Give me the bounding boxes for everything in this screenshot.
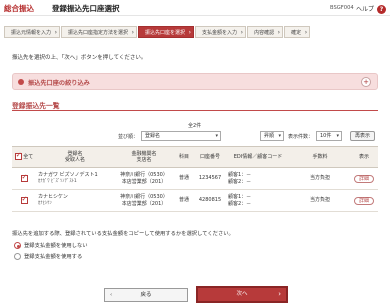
order-select[interactable]: 昇順: [260, 131, 284, 141]
radio-no-copy[interactable]: 登録支払金額を使用しない: [14, 241, 88, 249]
edi-cell: 顧客1：－ 顧客2：－: [226, 189, 290, 212]
help-label: ヘルプ: [356, 6, 375, 13]
name-cell: カナガワ ビズソノデスト1 ｶﾅｶﾞﾜ ﾋﾞｽﾞｿﾉﾃﾞｽﾄ1: [36, 167, 114, 190]
bank-name: 神奈川銀行（0530）: [120, 194, 168, 200]
select-all-label: 全て: [23, 154, 34, 161]
detail-button[interactable]: 詳細: [353, 196, 374, 205]
sort-label: 並び順：: [118, 134, 139, 140]
fee-cell: 当方負担: [290, 189, 350, 212]
back-label: 戻る: [140, 292, 152, 298]
select-all-header[interactable]: 全て: [12, 146, 36, 168]
page-title: 登録振込先口座選択: [52, 4, 120, 13]
name-cell: カナヒシケン ｶﾅﾋｼｹﾝ: [36, 189, 114, 212]
next-button[interactable]: 次へ ›: [196, 286, 288, 303]
redisplay-button[interactable]: 再表示: [350, 131, 376, 141]
name-header: 登録名 受取人名: [36, 146, 114, 168]
step-account-select: 振込先口座を選択: [138, 26, 195, 39]
filter-label: 振込先口座の絞り込み: [28, 80, 90, 87]
edi-customer2: 顧客2：－: [228, 178, 252, 185]
back-button[interactable]: ‹ 戻る: [104, 288, 188, 302]
edi-cell: 顧客1：－ 顧客2：－: [226, 167, 290, 190]
row-checkbox[interactable]: [20, 174, 28, 182]
header-bar: 総合振込 登録振込先口座選択 BSGF004 ヘルプ ?: [0, 0, 390, 16]
show-header: 表示: [350, 146, 378, 168]
expand-icon[interactable]: +: [361, 77, 371, 87]
detail-cell: 詳細: [350, 167, 378, 190]
radio-copy-label: 登録支払金額を使用する: [24, 254, 83, 260]
type-header: 科目: [174, 146, 194, 168]
type-cell: 普通: [174, 167, 194, 190]
per-page-label: 表示件数：: [288, 134, 314, 140]
sort-controls: 並び順： 登録名 昇順 表示件数： 10件 再表示: [12, 131, 378, 142]
step-method-select: 振込先口座指定方法を選択: [61, 26, 138, 39]
branch-name: 本店営業部（201）: [121, 178, 167, 185]
table-row[interactable]: カナガワ ビズソノデスト1 ｶﾅｶﾞﾜ ﾋﾞｽﾞｿﾉﾃﾞｽﾄ1 神奈川銀行（05…: [12, 167, 378, 190]
radio-no-copy-indicator[interactable]: [14, 242, 21, 249]
copy-amount-note: 振込先を追加する際、登録されている支払金額をコピーして使用するかを選択してくださ…: [12, 231, 234, 237]
bank-cell: 神奈川銀行（0530） 本店営業部（201）: [114, 167, 174, 190]
chevron-right-icon: ›: [278, 290, 281, 298]
type-cell: 普通: [174, 189, 194, 212]
table-header-row: 全て 登録名 受取人名 金融機関名 支店名 科目 口座番号 EDI情報／顧客コー…: [12, 146, 378, 168]
row-select-cell[interactable]: [12, 167, 36, 190]
branch-name: 本店営業部（201）: [121, 200, 167, 207]
payee-name: ｶﾅｶﾞﾜ ﾋﾞｽﾞｿﾉﾃﾞｽﾄ1: [38, 178, 77, 184]
detail-button[interactable]: 詳細: [353, 174, 374, 183]
table-row[interactable]: カナヒシケン ｶﾅﾋｼｹﾝ 神奈川銀行（0530） 本店営業部（201） 普通 …: [12, 189, 378, 212]
help-link[interactable]: ヘルプ ?: [356, 4, 386, 14]
step-source-info: 振込元情報を入力: [4, 26, 61, 39]
name-header-line2: 受取人名: [64, 157, 85, 163]
edi-customer2: 顧客2：－: [228, 200, 252, 207]
help-icon: ?: [376, 5, 386, 14]
step-indicator: 振込元情報を入力 振込先口座指定方法を選択 振込先口座を選択 支払金額を入力 内…: [4, 26, 311, 39]
radio-copy-indicator[interactable]: [14, 253, 21, 260]
radio-copy[interactable]: 登録支払金額を使用する: [14, 252, 82, 260]
bank-cell: 神奈川銀行（0530） 本店営業部（201）: [114, 189, 174, 212]
account-cell: 4280815: [194, 189, 226, 212]
row-select-cell[interactable]: [12, 189, 36, 212]
app-logo: 総合振込: [4, 4, 34, 13]
bank-header: 金融機関名 支店名: [114, 146, 174, 168]
detail-cell: 詳細: [350, 189, 378, 212]
instruction-text: 振込先を選択の上、「次へ」ボタンを押してください。: [12, 55, 147, 61]
screen-id: BSGF004: [330, 5, 354, 11]
account-cell: 1234567: [194, 167, 226, 190]
chevron-left-icon: ‹: [110, 292, 113, 298]
list-title: 登録振込先一覧: [12, 102, 60, 110]
step-confirm: 内容確認: [247, 26, 284, 39]
radio-no-copy-label: 登録支払金額を使用しない: [24, 243, 88, 249]
bullet-icon: [18, 79, 24, 85]
sort-select[interactable]: 登録名: [141, 131, 221, 141]
section-divider: [12, 110, 378, 111]
next-label: 次へ: [236, 291, 248, 297]
step-complete: 確定: [284, 26, 311, 39]
result-count: 全2件: [188, 123, 202, 129]
per-page-select[interactable]: 10件: [316, 131, 342, 141]
payee-table: 全て 登録名 受取人名 金融機関名 支店名 科目 口座番号 EDI情報／顧客コー…: [12, 146, 378, 212]
select-all-checkbox[interactable]: [14, 152, 22, 161]
filter-accordion[interactable]: 振込先口座の絞り込み +: [12, 73, 378, 90]
fee-header: 手数料: [290, 146, 350, 168]
edi-header: EDI情報／顧客コード: [226, 146, 290, 168]
bank-header-line2: 支店名: [136, 157, 152, 163]
row-checkbox[interactable]: [20, 196, 28, 204]
payee-name: ｶﾅﾋｼｹﾝ: [38, 200, 52, 206]
step-amount-input: 支払金額を入力: [195, 26, 247, 39]
fee-cell: 当方負担: [290, 167, 350, 190]
account-header: 口座番号: [194, 146, 226, 168]
bank-name: 神奈川銀行（0530）: [120, 172, 168, 178]
